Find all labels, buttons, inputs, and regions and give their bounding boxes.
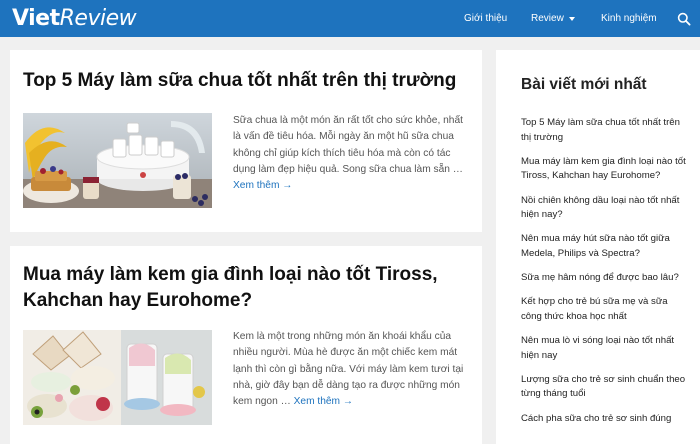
site-logo[interactable]: VietReview [12,6,137,31]
logo-main-text: Viet [12,6,60,31]
sidebar-title: Bài viết mới nhất [521,76,647,93]
article-title[interactable]: Top 5 Máy làm sữa chua tốt nhất trên thị… [23,68,473,94]
nav-item-gioi-thieu[interactable]: Giới thiệu [464,0,507,37]
recent-posts-list: Top 5 Máy làm sữa chua tốt nhất trên thị… [521,116,686,436]
recent-post-link[interactable]: Nồi chiên không dầu loại nào tốt nhất hi… [521,194,686,223]
article-thumbnail-yogurt[interactable] [23,113,212,208]
article-excerpt: Kem là một trong những món ăn khoái khẩu… [233,329,471,410]
logo-accent-text: Review [59,6,137,31]
article-title[interactable]: Mua máy làm kem gia đình loại nào tốt Ti… [23,262,473,314]
nav-label: Kinh nghiệm [601,13,657,24]
article-thumbnail-ice-cream[interactable] [23,330,212,425]
sidebar-recent-posts: Bài viết mới nhất Top 5 Máy làm sữa chua… [496,50,700,444]
article-card: Mua máy làm kem gia đình loại nào tốt Ti… [10,246,482,444]
recent-post-link[interactable]: Nên mua máy hút sữa nào tốt giữa Medela,… [521,232,686,261]
recent-post-link[interactable]: Lượng sữa cho trẻ sơ sinh chuẩn theo từn… [521,373,686,402]
recent-post-link[interactable]: Nên mua lò vi sóng loại nào tốt nhất hiệ… [521,334,686,363]
recent-post-link[interactable]: Mua máy làm kem gia đình loại nào tốt Ti… [521,155,686,184]
read-more-link[interactable]: Xem thêm → [294,396,353,407]
nav-item-review[interactable]: Review [531,0,575,37]
nav-item-kinh-nghiem[interactable]: Kinh nghiệm [601,0,657,37]
read-more-link[interactable]: Xem thêm → [233,180,292,191]
chevron-down-icon [568,16,575,21]
nav-label: Giới thiệu [464,13,508,24]
search-icon[interactable] [677,12,691,26]
article-card: Top 5 Máy làm sữa chua tốt nhất trên thị… [10,50,482,232]
recent-post-link[interactable]: Sữa mẹ hâm nóng để được bao lâu? [521,271,686,286]
recent-post-link[interactable]: Cách pha sữa cho trẻ sơ sinh đúng [521,412,686,427]
nav-label: Review [531,13,564,24]
recent-post-link[interactable]: Kết hợp cho trẻ bú sữa mẹ và sữa công th… [521,295,686,324]
recent-post-link[interactable]: Top 5 Máy làm sữa chua tốt nhất trên thị… [521,116,686,145]
article-excerpt: Sữa chua là một món ăn rất tốt cho sức k… [233,113,471,194]
site-header: VietReview Giới thiệu Review Kinh nghiệm [0,0,700,37]
excerpt-text: Sữa chua là một món ăn rất tốt cho sức k… [233,115,463,175]
